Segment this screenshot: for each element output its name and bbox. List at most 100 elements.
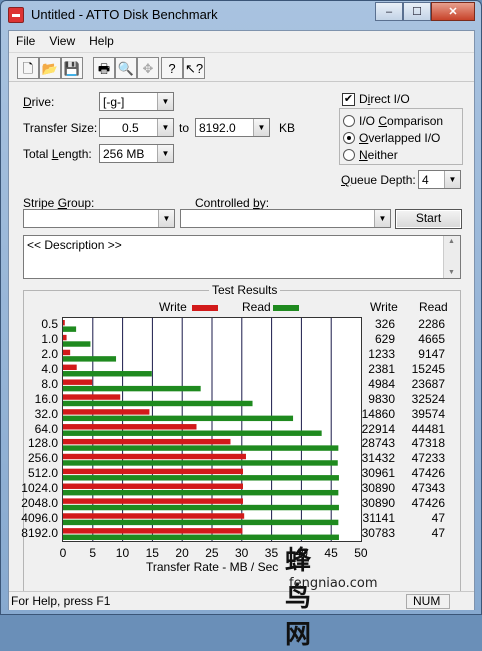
overlapped-io-label: Overlapped I/O	[359, 131, 441, 145]
start-button[interactable]: Start	[395, 209, 462, 229]
write-value: 30890	[361, 495, 395, 510]
menu-file[interactable]: File	[9, 31, 42, 51]
transfer-size-from-select[interactable]: 0.5 ▼	[99, 118, 174, 137]
scroll-up-icon: ▲	[448, 238, 455, 245]
description-box[interactable]: << Description >> ▲ ▼	[23, 235, 461, 279]
title-bar[interactable]: Untitled - ATTO Disk Benchmark – ☐ ✕	[1, 1, 481, 29]
chevron-down-icon: ▼	[158, 210, 174, 227]
read-bar	[63, 371, 152, 377]
write-value: 30961	[361, 466, 395, 481]
menu-view[interactable]: View	[42, 31, 82, 51]
read-bar	[63, 356, 117, 362]
x-tick-label: 20	[175, 546, 189, 560]
help-icon[interactable]: ?	[161, 57, 183, 79]
queue-depth-value: 4	[422, 173, 429, 187]
toolbar: 🗋 📂 💾 🖶 🔍 ✥ ? ↖?	[9, 52, 474, 82]
write-bar	[63, 483, 243, 489]
controlled-by-select[interactable]: ▼	[180, 209, 391, 228]
minimize-button[interactable]: –	[375, 2, 403, 21]
drive-label: Drive:	[23, 95, 55, 109]
read-bar	[63, 430, 322, 436]
block-size-label: 512.0	[27, 466, 58, 481]
print-icon[interactable]: 🖶	[93, 57, 115, 79]
transfer-from-value: 0.5	[122, 121, 139, 135]
x-tick-label: 15	[145, 546, 159, 560]
status-text: For Help, press F1	[11, 594, 111, 608]
read-bar	[63, 519, 339, 526]
read-value: 32524	[411, 391, 445, 406]
write-bar	[63, 528, 243, 534]
description-scrollbar[interactable]: ▲ ▼	[443, 236, 460, 278]
neither-radio[interactable]	[343, 149, 355, 161]
drive-select[interactable]: [-g-] ▼	[99, 92, 174, 111]
write-bar	[63, 349, 71, 356]
direct-io-label: Direct I/O	[359, 92, 410, 106]
controlled-by-label: Controlled by:	[195, 196, 270, 210]
x-tick-label: 0	[59, 546, 67, 560]
save-icon[interactable]: 💾	[61, 57, 83, 79]
block-size-label: 32.0	[34, 406, 58, 421]
x-tick-label: 25	[205, 546, 219, 560]
write-bar	[63, 438, 231, 445]
app-icon	[8, 7, 24, 23]
read-value: 39574	[411, 406, 445, 421]
chevron-down-icon: ▼	[444, 171, 460, 188]
io-comparison-radio[interactable]	[343, 115, 355, 127]
write-value: 31432	[361, 451, 395, 466]
num-lock-indicator: NUM	[406, 594, 450, 609]
write-value: 22914	[361, 421, 395, 436]
open-icon[interactable]: 📂	[39, 57, 61, 79]
client-area: File View Help 🗋 📂 💾 🖶 🔍 ✥ ? ↖? Drive: […	[8, 30, 475, 610]
block-size-label: 256.0	[27, 451, 58, 466]
io-comparison-label: I/O Comparison	[359, 114, 444, 128]
read-bar	[63, 489, 339, 496]
read-value: 47	[431, 510, 445, 525]
x-tick-label: 50	[354, 546, 368, 560]
print-preview-icon[interactable]: 🔍	[115, 57, 137, 79]
transfer-size-to-select[interactable]: 8192.0 ▼	[195, 118, 270, 137]
move-icon[interactable]: ✥	[137, 57, 159, 79]
x-tick-label: 45	[324, 546, 338, 560]
description-text: << Description >>	[27, 238, 122, 252]
watermark-cn: 蜂鸟网	[285, 545, 313, 649]
x-tick-label: 5	[89, 546, 97, 560]
transfer-to-value: 8192.0	[199, 121, 236, 135]
context-help-icon[interactable]: ↖?	[183, 57, 205, 79]
test-results-group: Test Results Write Read Write Read Trans…	[21, 283, 461, 592]
menu-help[interactable]: Help	[82, 31, 121, 51]
queue-depth-select[interactable]: 4 ▼	[418, 170, 461, 189]
scroll-down-icon: ▼	[448, 269, 455, 276]
read-bar	[63, 445, 339, 451]
close-button[interactable]: ✕	[431, 2, 475, 21]
menu-bar: File View Help	[9, 31, 474, 51]
read-bar	[63, 341, 91, 347]
block-size-label: 2.0	[41, 347, 58, 362]
write-value: 28743	[361, 436, 395, 451]
direct-io-checkbox[interactable]: ✔	[342, 93, 355, 106]
overlapped-io-radio[interactable]	[343, 132, 355, 144]
read-value: 47318	[411, 436, 445, 451]
read-value: 47426	[411, 495, 445, 510]
maximize-button[interactable]: ☐	[403, 2, 431, 21]
chevron-down-icon: ▼	[374, 210, 390, 227]
read-bar	[63, 385, 201, 392]
write-bar	[63, 468, 243, 475]
results-title: Test Results	[209, 283, 281, 297]
x-tick-label: 30	[235, 546, 249, 560]
read-legend-label: Read	[242, 300, 271, 314]
stripe-group-select[interactable]: ▼	[23, 209, 175, 228]
read-value: 44481	[411, 421, 445, 436]
write-bar	[63, 513, 245, 519]
kb-label: KB	[279, 121, 296, 135]
new-icon[interactable]: 🗋	[17, 57, 39, 79]
read-legend-swatch	[273, 305, 299, 311]
total-length-select[interactable]: 256 MB ▼	[99, 144, 174, 163]
block-size-label: 16.0	[34, 391, 58, 406]
read-value: 2286	[418, 317, 445, 332]
read-bar	[63, 326, 77, 332]
write-value: 326	[374, 317, 395, 332]
write-legend-label: Write	[159, 300, 187, 314]
x-tick-label: 10	[115, 546, 130, 560]
write-bar	[63, 409, 150, 415]
block-size-label: 8192.0	[21, 525, 58, 540]
